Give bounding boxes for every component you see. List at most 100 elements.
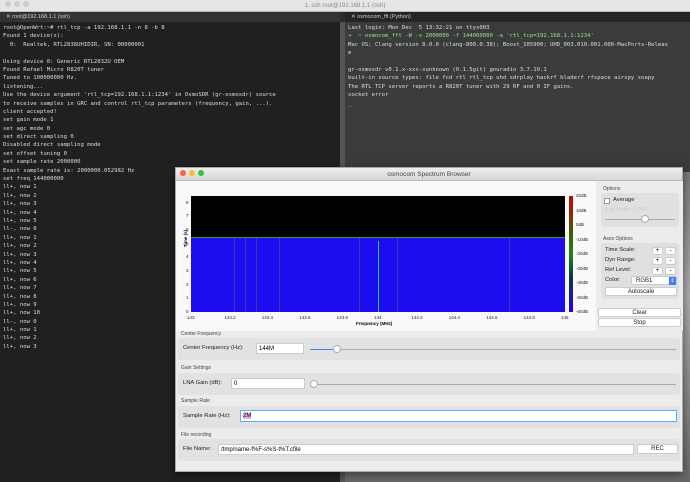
lna-gain-slider[interactable] xyxy=(312,384,676,385)
window-title: osmocom Spectrum Browser xyxy=(387,171,471,178)
center-frequency-section: Center Frequency (Hz): 144M xyxy=(178,338,680,360)
signal-line xyxy=(378,240,380,312)
terminal-line: set sample rate 2000000 xyxy=(3,159,81,166)
terminal-line: root@OpenWrt:~# rtl_tcp -a 192.168.1.1 -… xyxy=(3,25,165,31)
waterfall-data xyxy=(191,236,565,312)
tab-ssh[interactable]: ✕ root@192.168.1.1 (ssh) xyxy=(0,12,340,22)
avg-alpha-knob[interactable] xyxy=(641,215,649,223)
ref-level-minus-button[interactable]: - xyxy=(665,267,676,275)
average-label: Average xyxy=(613,197,635,203)
ref-level-plus-button[interactable]: + xyxy=(652,267,663,275)
colorbar-tick-label: 0dB xyxy=(576,222,585,227)
options-title: Options xyxy=(603,186,621,192)
sample-rate-section: Sample Rate (Hz): 2M xyxy=(178,406,680,428)
signal-line xyxy=(256,237,258,312)
waterfall-plot-area: Time (s) Frequency (MHz) 143 143.2 143.4 14… xyxy=(176,181,596,331)
window-controls[interactable] xyxy=(180,168,207,181)
colorbar xyxy=(569,196,573,312)
terminal-line: built-in source types: file fcd rtl rtl_… xyxy=(348,75,655,82)
dyn-range-plus-button[interactable]: + xyxy=(652,257,663,265)
ref-level-label: Ref Level: xyxy=(605,267,632,273)
terminal-tabs: ✕ root@192.168.1.1 (ssh) ✕ osmocom_fft (… xyxy=(0,12,690,22)
color-select[interactable]: RGB1 ⇕ xyxy=(631,276,677,285)
gain-section-title: Gain Settings xyxy=(181,365,212,371)
terminal-line: gr-osmosdr v0.1.x-xxx-xunknown (0.1.5git… xyxy=(348,66,547,73)
stop-button[interactable]: Stop xyxy=(598,318,681,327)
sample-rate-value: 2M xyxy=(243,413,252,419)
terminal-line: set direct sampling 0 xyxy=(3,134,74,141)
colorbar-tick-label: -10dB xyxy=(576,236,589,242)
lna-gain-input[interactable]: 0 xyxy=(231,378,305,389)
dyn-range-label: Dyn Range: xyxy=(605,257,636,263)
terminal-line: Mac OS; Clang version 8.0.0 (clang-800.0… xyxy=(348,41,668,48)
terminal-line: Use the device argument 'rtl_tcp=192.168… xyxy=(3,92,276,99)
x-axis-label: Frequency (MHz) xyxy=(356,321,393,326)
file-name-label: File Name: xyxy=(183,446,212,452)
x-tick-label: 143.6 xyxy=(299,315,311,320)
file-recording-section: File Name: /tmp/name-f%F-s%S-t%T.cfile R… xyxy=(178,439,680,461)
colorbar-tick-label: -60dB xyxy=(576,309,589,314)
center-frequency-input[interactable]: 144M xyxy=(256,343,304,354)
terminal-titlebar: 1. ssh root@192.168.1.1 (ssh) xyxy=(0,0,690,12)
y-tick-label: 3 xyxy=(186,268,189,274)
x-tick-label: 144.2 xyxy=(411,315,423,320)
autoscale-button[interactable]: Autoscale xyxy=(605,287,677,296)
x-tick-label: 143 xyxy=(187,315,195,320)
terminal-line: Found Rafael Micro R820T tuner xyxy=(3,66,105,73)
lna-gain-knob[interactable] xyxy=(310,380,318,388)
time-scale-minus-button[interactable]: - xyxy=(665,247,676,255)
x-tick-label: 144.4 xyxy=(448,315,461,320)
center-frequency-slider[interactable] xyxy=(310,349,676,350)
y-tick-label: 2 xyxy=(186,281,189,287)
terminal-line: Last login: Mon Dec 5 13:32:21 on ttys00… xyxy=(348,25,490,31)
clear-button[interactable]: Clear xyxy=(598,308,681,317)
python-terminal-output[interactable]: Last login: Mon Dec 5 13:32:21 on ttys00… xyxy=(345,22,690,172)
time-scale-label: Time Scale: xyxy=(605,247,636,253)
colorbar-tick-label: -20dB xyxy=(576,251,589,256)
sample-rate-input[interactable]: 2M xyxy=(240,410,677,422)
terminal-line: The RTL TCP server reports a R820T tuner… xyxy=(348,83,574,90)
signal-line xyxy=(245,237,246,312)
signal-line xyxy=(278,237,280,312)
terminal-line: set gain mode 1 xyxy=(3,117,54,124)
terminal-line: set offset tuning 0 xyxy=(3,150,67,157)
chevron-updown-icon: ⇕ xyxy=(669,277,676,285)
color-label: Color: xyxy=(605,277,621,283)
terminal-line: set agc mode 0 xyxy=(3,125,51,132)
y-tick-label: 1 xyxy=(186,295,189,301)
signal-line xyxy=(396,237,398,312)
average-checkbox[interactable] xyxy=(604,198,610,204)
lna-gain-label: LNA Gain (dB): xyxy=(183,380,222,386)
waterfall-plot[interactable] xyxy=(191,196,565,312)
options-panel: Options Average Avg Alpha: 0.0667 Axes O… xyxy=(596,181,683,331)
terminal-line: ➜ ~ osmocom_fft -W -s 2000000 -f 1440000… xyxy=(348,33,594,40)
x-tick-label: 143.8 xyxy=(336,315,348,320)
terminal-line: Disabled direct sampling mode xyxy=(3,142,101,149)
center-frequency-knob[interactable] xyxy=(333,345,341,353)
x-tick-label: 144.6 xyxy=(486,315,498,320)
colorbar-tick-label: -50dB xyxy=(576,294,589,300)
gain-section: LNA Gain (dB): 0 xyxy=(178,373,680,395)
y-tick-label: 8 xyxy=(186,199,189,205)
signal-line xyxy=(359,237,360,312)
tab-label: osmocom_fft (Python) xyxy=(357,14,411,20)
tab-osmocom[interactable]: ✕ osmocom_fft (Python) xyxy=(345,12,690,22)
x-tick-label: 145 xyxy=(561,315,569,320)
terminal-line: Using device 0: Generic RTL2832U OEM xyxy=(3,58,125,65)
spectrum-browser-window: osmocom Spectrum Browser Time (s) Freque… xyxy=(175,167,683,472)
rec-button[interactable]: REC xyxy=(637,444,678,454)
avg-alpha-slider[interactable] xyxy=(605,219,675,220)
terminal-line: listening... xyxy=(3,83,44,90)
file-recording-section-title: File recording xyxy=(181,432,212,438)
terminal-line: socket error xyxy=(348,92,389,99)
y-tick-label: 0 xyxy=(186,309,189,314)
x-tick-label: 143.2 xyxy=(224,315,236,320)
time-scale-plus-button[interactable]: + xyxy=(652,247,663,255)
signal-line xyxy=(508,237,510,312)
file-name-input[interactable]: /tmp/name-f%F-s%S-t%T.cfile xyxy=(218,444,634,455)
y-tick-label: 7 xyxy=(186,213,189,219)
axes-options-title: Axes Options xyxy=(603,236,633,242)
window-controls[interactable] xyxy=(5,0,32,12)
dyn-range-minus-button[interactable]: - xyxy=(665,257,676,265)
terminal-line: e xyxy=(348,50,352,57)
